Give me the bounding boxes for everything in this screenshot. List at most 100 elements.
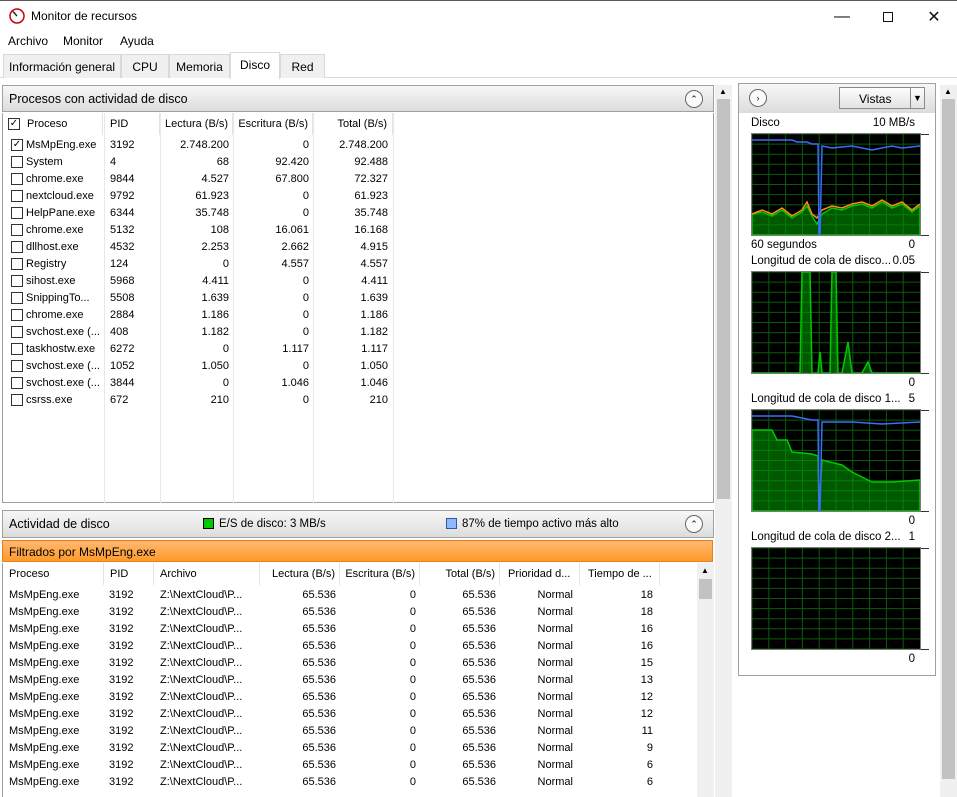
tab-disco[interactable]: Disco bbox=[230, 52, 280, 79]
activity-row[interactable]: MsMpEng.exe 3192 Z:\NextCloud\P... 65.536 0 6… bbox=[3, 638, 697, 655]
process-checkbox[interactable]: ✓ bbox=[11, 139, 23, 151]
window-title: Monitor de recursos bbox=[31, 9, 138, 23]
activity-row[interactable]: MsMpEng.exe 3192 Z:\NextCloud\P... 65.536 0 6… bbox=[3, 655, 697, 672]
main-scrollbar[interactable]: ▲ bbox=[715, 85, 732, 797]
activity-row[interactable]: MsMpEng.exe 3192 Z:\NextCloud\P... 65.536 0 6… bbox=[3, 604, 697, 621]
activity-time: 18 bbox=[640, 589, 653, 601]
activity-read: 65.536 bbox=[302, 640, 336, 652]
process-checkbox[interactable] bbox=[11, 377, 23, 389]
scroll-up-icon[interactable]: ▲ bbox=[944, 87, 952, 96]
filter-bar[interactable]: Filtrados por MsMpEng.exe bbox=[2, 540, 713, 562]
process-checkbox[interactable] bbox=[11, 241, 23, 253]
column-header-lectura[interactable]: Lectura (B/s) bbox=[260, 563, 340, 585]
graph-title: Longitud de cola de disco 2... bbox=[751, 531, 901, 543]
process-row[interactable]: svchost.exe (... 3844 0 1.046 1.046 bbox=[3, 375, 395, 392]
disk-activity-scrollbar[interactable]: ▲ bbox=[697, 563, 714, 797]
menu-monitor[interactable]: Monitor bbox=[63, 34, 103, 48]
process-checkbox[interactable] bbox=[11, 258, 23, 270]
process-checkbox[interactable] bbox=[11, 292, 23, 304]
activity-row[interactable]: MsMpEng.exe 3192 Z:\NextCloud\P... 65.536 0 6… bbox=[3, 689, 697, 706]
process-checkbox[interactable] bbox=[11, 394, 23, 406]
process-checkbox[interactable] bbox=[11, 207, 23, 219]
process-row[interactable]: csrss.exe 672 210 0 210 bbox=[3, 392, 395, 409]
collapse-disk-activity-button[interactable]: ⌃ bbox=[685, 515, 703, 533]
process-checkbox[interactable] bbox=[11, 309, 23, 321]
minimize-button[interactable]: — bbox=[819, 1, 865, 32]
process-row[interactable]: Registry 124 0 4.557 4.557 bbox=[3, 256, 395, 273]
process-checkbox[interactable] bbox=[11, 360, 23, 372]
column-header-lectura[interactable]: Lectura (B/s) bbox=[160, 113, 233, 135]
disk-activity-scrollbar-thumb[interactable] bbox=[699, 579, 712, 599]
disk-activity-table-header: Proceso PID Archivo Lectura (B/s) Escrit… bbox=[3, 563, 697, 585]
process-checkbox[interactable] bbox=[11, 275, 23, 287]
menu-ayuda[interactable]: Ayuda bbox=[120, 34, 154, 48]
tab-strip: Información general CPU Memoria Disco Re… bbox=[0, 52, 957, 79]
activity-row[interactable]: MsMpEng.exe 3192 Z:\NextCloud\P... 65.536 0 6… bbox=[3, 723, 697, 740]
tab-informacion-general[interactable]: Información general bbox=[3, 54, 121, 78]
scroll-up-icon[interactable]: ▲ bbox=[701, 566, 709, 575]
column-header-escritura[interactable]: Escritura (B/s) bbox=[340, 563, 420, 585]
process-row[interactable]: nextcloud.exe 9792 61.923 0 61.923 bbox=[3, 188, 395, 205]
activity-read: 65.536 bbox=[302, 691, 336, 703]
process-pid: 672 bbox=[110, 394, 129, 406]
process-checkbox[interactable] bbox=[11, 156, 23, 168]
tab-red[interactable]: Red bbox=[280, 54, 325, 78]
close-button[interactable]: ✕ bbox=[911, 1, 957, 32]
processes-panel-header[interactable]: Procesos con actividad de disco ⌃ bbox=[2, 85, 714, 112]
activity-file: Z:\NextCloud\P... bbox=[160, 759, 243, 771]
graphs-scrollbar[interactable]: ▲ bbox=[940, 85, 957, 797]
activity-row[interactable]: MsMpEng.exe 3192 Z:\NextCloud\P... 65.536 0 6… bbox=[3, 621, 697, 638]
activity-file: Z:\NextCloud\P... bbox=[160, 606, 243, 618]
column-header-pid[interactable]: PID bbox=[104, 113, 160, 135]
activity-row[interactable]: MsMpEng.exe 3192 Z:\NextCloud\P... 65.536 0 6… bbox=[3, 774, 697, 791]
disk-activity-header[interactable]: Actividad de disco E/S de disco: 3 MB/s … bbox=[2, 510, 714, 538]
column-header-escritura[interactable]: Escritura (B/s) bbox=[233, 113, 313, 135]
activity-row[interactable]: MsMpEng.exe 3192 Z:\NextCloud\P... 65.536 0 6… bbox=[3, 587, 697, 604]
process-row[interactable]: taskhostw.exe 6272 0 1.117 1.117 bbox=[3, 341, 395, 358]
column-header-proceso[interactable]: ✓ Proceso bbox=[3, 113, 103, 135]
main-scrollbar-thumb[interactable] bbox=[717, 99, 730, 499]
activity-pid: 3192 bbox=[109, 776, 134, 788]
process-row[interactable]: chrome.exe 5132 108 16.061 16.168 bbox=[3, 222, 395, 239]
column-header-tiempo[interactable]: Tiempo de ... bbox=[580, 563, 660, 585]
graphs-scrollbar-thumb[interactable] bbox=[942, 99, 955, 779]
column-header-proceso[interactable]: Proceso bbox=[3, 563, 104, 585]
expand-graphs-button[interactable]: › bbox=[749, 89, 767, 107]
process-row[interactable]: SnippingTo... 5508 1.639 0 1.639 bbox=[3, 290, 395, 307]
process-checkbox[interactable] bbox=[11, 190, 23, 202]
process-row[interactable]: System 4 68 92.420 92.488 bbox=[3, 154, 395, 171]
column-header-total[interactable]: Total (B/s) bbox=[420, 563, 500, 585]
process-checkbox[interactable] bbox=[11, 326, 23, 338]
column-header-pid[interactable]: PID bbox=[104, 563, 154, 585]
chevron-right-icon: › bbox=[756, 93, 760, 103]
select-all-checkbox[interactable]: ✓ bbox=[8, 118, 20, 130]
process-checkbox[interactable] bbox=[11, 173, 23, 185]
menu-archivo[interactable]: Archivo bbox=[8, 34, 48, 48]
column-header-archivo[interactable]: Archivo bbox=[154, 563, 260, 585]
activity-pid: 3192 bbox=[109, 674, 134, 686]
column-header-prioridad[interactable]: Prioridad d... bbox=[500, 563, 580, 585]
collapse-processes-button[interactable]: ⌃ bbox=[685, 90, 703, 108]
column-header-total[interactable]: Total (B/s) bbox=[313, 113, 393, 135]
process-row[interactable]: chrome.exe 9844 4.527 67.800 72.327 bbox=[3, 171, 395, 188]
scroll-up-icon[interactable]: ▲ bbox=[719, 87, 727, 96]
activity-row[interactable]: MsMpEng.exe 3192 Z:\NextCloud\P... 65.536 0 6… bbox=[3, 672, 697, 689]
maximize-button[interactable] bbox=[865, 1, 911, 32]
activity-row[interactable]: MsMpEng.exe 3192 Z:\NextCloud\P... 65.536 0 6… bbox=[3, 757, 697, 774]
process-row[interactable]: dllhost.exe 4532 2.253 2.662 4.915 bbox=[3, 239, 395, 256]
process-row[interactable]: HelpPane.exe 6344 35.748 0 35.748 bbox=[3, 205, 395, 222]
views-dropdown[interactable]: Vistas ▼ bbox=[839, 87, 925, 109]
process-row[interactable]: ✓ MsMpEng.exe 3192 2.748.200 0 2.748.200 bbox=[3, 137, 395, 154]
process-row[interactable]: svchost.exe (... 408 1.182 0 1.182 bbox=[3, 324, 395, 341]
tab-memoria[interactable]: Memoria bbox=[169, 54, 230, 78]
activity-read: 65.536 bbox=[302, 742, 336, 754]
activity-file: Z:\NextCloud\P... bbox=[160, 623, 243, 635]
process-row[interactable]: sihost.exe 5968 4.411 0 4.411 bbox=[3, 273, 395, 290]
process-row[interactable]: chrome.exe 2884 1.186 0 1.186 bbox=[3, 307, 395, 324]
tab-cpu[interactable]: CPU bbox=[121, 54, 169, 78]
process-checkbox[interactable] bbox=[11, 343, 23, 355]
process-row[interactable]: svchost.exe (... 1052 1.050 0 1.050 bbox=[3, 358, 395, 375]
activity-row[interactable]: MsMpEng.exe 3192 Z:\NextCloud\P... 65.536 0 6… bbox=[3, 740, 697, 757]
process-checkbox[interactable] bbox=[11, 224, 23, 236]
activity-row[interactable]: MsMpEng.exe 3192 Z:\NextCloud\P... 65.536 0 6… bbox=[3, 706, 697, 723]
